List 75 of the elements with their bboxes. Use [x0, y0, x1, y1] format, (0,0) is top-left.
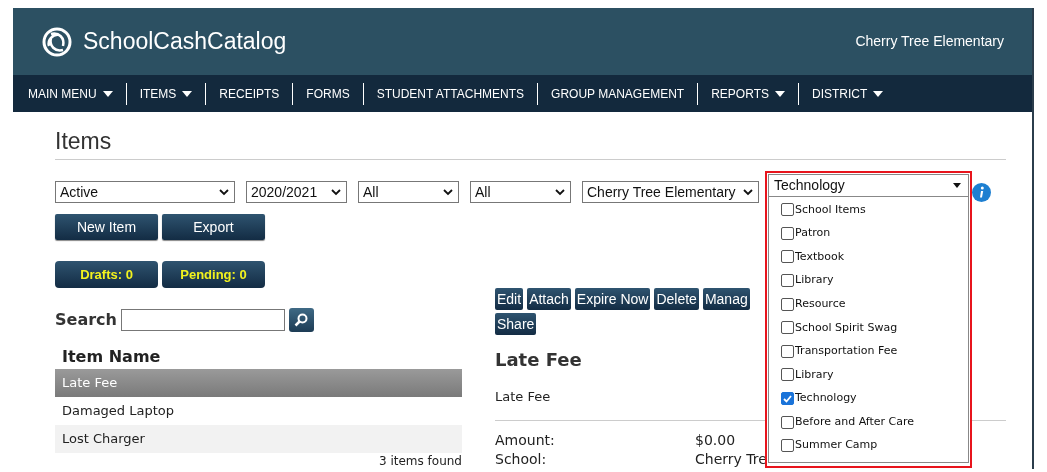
- detail-action-button[interactable]: Share: [495, 313, 537, 335]
- caret-icon: [774, 90, 785, 97]
- search-field[interactable]: [120, 309, 285, 331]
- check-icon: [783, 394, 792, 403]
- nav-item[interactable]: MAIN MENU: [15, 82, 126, 105]
- logo-icon: [41, 25, 73, 58]
- nav-item[interactable]: REPORTS: [698, 82, 798, 105]
- count-button[interactable]: Pending: 0: [162, 261, 265, 288]
- nav-item[interactable]: FORMS: [293, 82, 363, 105]
- search-icon: [294, 313, 309, 327]
- checkbox[interactable]: [781, 203, 794, 217]
- field-label: Amount:: [495, 431, 556, 450]
- item-subtitle: Late Fee: [495, 388, 551, 406]
- field-value: $0.00: [695, 431, 736, 450]
- category-select[interactable]: Technology: [768, 174, 969, 197]
- search-label: Search: [55, 309, 117, 331]
- option-label[interactable]: Before and After Care: [795, 413, 915, 431]
- column-header: Item Name: [61, 346, 162, 368]
- field-label: School:: [495, 450, 548, 469]
- filter-select[interactable]: 2020/2021: [246, 181, 347, 203]
- detail-action-button[interactable]: Attach: [527, 288, 571, 310]
- page-title: Items: [55, 127, 113, 156]
- nav-item[interactable]: STUDENT ATTACHMENTS: [363, 82, 538, 105]
- checkbox[interactable]: [781, 274, 794, 288]
- nav-item[interactable]: RECEIPTS: [206, 82, 293, 105]
- checkbox[interactable]: [781, 250, 794, 264]
- caret-icon: [102, 90, 113, 97]
- detail-action-button[interactable]: Manag: [702, 288, 750, 310]
- checkbox[interactable]: [781, 226, 794, 240]
- nav-item[interactable]: ITEMS: [126, 82, 206, 105]
- checkbox[interactable]: [781, 368, 794, 382]
- school-name: Cherry Tree Elementary: [855, 32, 1004, 51]
- option-label[interactable]: Transportation Fee: [795, 343, 898, 360]
- checkbox[interactable]: [781, 439, 794, 453]
- search-button[interactable]: [288, 308, 314, 332]
- option-label[interactable]: School Spirit Swag: [795, 319, 898, 336]
- chevron-icon: [219, 188, 229, 196]
- logo-text: SchoolCashCatalog: [83, 27, 287, 57]
- detail-action-button[interactable]: Expire Now: [574, 288, 651, 310]
- option-label[interactable]: Technology: [795, 390, 857, 407]
- item-title: Late Fee: [495, 348, 582, 372]
- filter-select[interactable]: Cherry Tree Elementary: [582, 181, 759, 203]
- filter-select[interactable]: All: [358, 181, 459, 203]
- count-button[interactable]: Drafts: 0: [55, 261, 158, 288]
- caret-icon: [953, 183, 961, 188]
- checkbox[interactable]: [781, 321, 794, 335]
- item-row[interactable]: Late Fee: [55, 369, 462, 397]
- chevron-icon: [331, 188, 341, 196]
- checkbox[interactable]: [781, 297, 794, 311]
- items-count: 3 items found: [378, 453, 462, 469]
- option-label[interactable]: Patron: [795, 225, 831, 242]
- checkbox[interactable]: [781, 415, 794, 429]
- filter-select[interactable]: All: [470, 181, 571, 203]
- chevron-icon: [743, 188, 753, 196]
- checkbox[interactable]: [781, 392, 794, 406]
- caret-icon: [873, 90, 884, 97]
- filter-select[interactable]: Active: [55, 181, 235, 203]
- nav-item[interactable]: GROUP MANAGEMENT: [538, 82, 698, 105]
- chevron-icon: [443, 188, 453, 196]
- info-icon[interactable]: [972, 182, 991, 202]
- detail-action-button[interactable]: Edit: [495, 288, 524, 310]
- option-label[interactable]: Textbook: [795, 248, 845, 266]
- option-label[interactable]: Resource: [795, 295, 846, 313]
- chevron-icon: [555, 188, 565, 196]
- option-label[interactable]: Summer Camp: [795, 437, 878, 454]
- action-button[interactable]: New Item: [55, 214, 158, 240]
- item-row[interactable]: Lost Charger: [55, 425, 462, 453]
- option-label[interactable]: School Items: [795, 201, 866, 219]
- nav-item[interactable]: DISTRICT: [798, 82, 897, 105]
- checkbox[interactable]: [781, 344, 794, 358]
- action-button[interactable]: Export: [162, 214, 265, 240]
- caret-icon: [182, 90, 193, 97]
- option-label[interactable]: Library: [795, 366, 834, 384]
- detail-action-button[interactable]: Delete: [654, 288, 699, 310]
- option-label[interactable]: Library: [795, 272, 834, 289]
